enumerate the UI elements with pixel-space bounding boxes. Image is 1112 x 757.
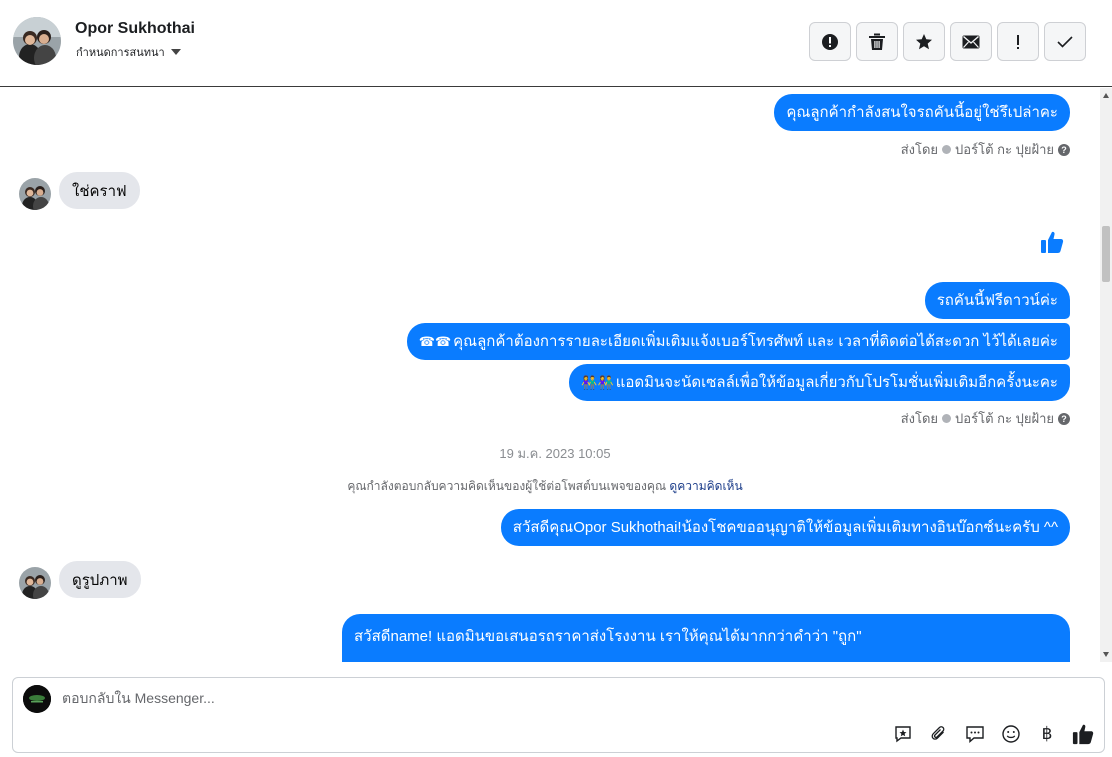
message-bubble-incoming[interactable]: ดูรูปภาพ: [59, 561, 141, 598]
message-text: แอดมินจะนัดเซลล์เพื่อให้ข้อมูลเกี่ยวกับโ…: [615, 374, 1058, 391]
message-bubble-outgoing[interactable]: คุณลูกค้ากำลังสนใจรถคันนี้อยู่ใช่รึเปล่า…: [774, 94, 1070, 131]
scroll-up-arrow-icon[interactable]: [1103, 93, 1109, 98]
baht-icon[interactable]: ฿: [1036, 723, 1058, 745]
help-question-icon[interactable]: ?: [1058, 412, 1070, 425]
spam-button[interactable]: [809, 22, 851, 61]
verified-check-icon: [942, 414, 952, 423]
chat-bubble-icon[interactable]: [964, 723, 986, 745]
sender-name[interactable]: ปอร์โต้ กะ ปุยฝ้าย: [955, 408, 1054, 429]
system-notice-text: คุณกำลังตอบกลับความคิดเห็นของผู้ใช้ต่อโพ…: [347, 479, 667, 493]
message-bubble-outgoing[interactable]: รถคันนี้ฟรีดาวน์ค่ะ: [924, 282, 1070, 319]
follow-up-button[interactable]: [997, 22, 1039, 61]
conversation-header: Opor Sukhothai กำหนดการสนทนา: [0, 0, 1112, 87]
mark-unread-button[interactable]: [950, 22, 992, 61]
contact-avatar[interactable]: [13, 17, 61, 65]
message-bubble-outgoing[interactable]: 👫👫 แอดมินจะนัดเซลล์เพื่อให้ข้อมูลเกี่ยวก…: [569, 364, 1070, 401]
page-avatar: [23, 685, 51, 713]
sender-name[interactable]: ปอร์โต้ กะ ปุยฝ้าย: [955, 139, 1054, 160]
sent-by-line: ส่งโดย ปอร์โต้ กะ ปุยฝ้าย ?: [901, 408, 1070, 429]
thumbs-up-icon[interactable]: [1072, 723, 1094, 745]
sent-by-label: ส่งโดย: [900, 411, 939, 426]
trash-icon: [869, 33, 885, 50]
message-bubble-outgoing[interactable]: สวัสดีคุณOpor Sukhothai!น้องโชคขออนุญาติ…: [500, 509, 1070, 546]
reply-input[interactable]: [62, 690, 862, 706]
envelope-icon: [962, 35, 980, 48]
message-bubble-outgoing[interactable]: สวัสดีname! แอดมินขอเสนอรถราคาส่งโรงงาน …: [342, 614, 1070, 662]
checkmark-icon: [1057, 35, 1073, 48]
scrollbar-thumb[interactable]: [1102, 226, 1110, 282]
caret-down-icon: [170, 49, 181, 55]
telephone-emoji: ☎☎: [418, 334, 452, 349]
conversation-label-dropdown[interactable]: กำหนดการสนทนา: [76, 43, 181, 61]
thumbs-up-icon: [1040, 230, 1064, 259]
exclamation-circle-icon: [822, 33, 838, 50]
composer-tools: ฿: [892, 723, 1094, 745]
message-bubble-outgoing[interactable]: ☎☎ คุณลูกค้าต้องการรายละเอียดเพิ่มเติมแจ…: [406, 323, 1070, 360]
message-bubble-incoming[interactable]: ใช่คราฟ: [59, 172, 140, 209]
view-comment-link[interactable]: ดูความคิดเห็น: [669, 479, 742, 493]
verified-check-icon: [942, 145, 952, 154]
star-button[interactable]: [903, 22, 945, 61]
message-timestamp: 19 ม.ค. 2023 10:05: [499, 446, 611, 461]
star-icon: [916, 33, 932, 49]
attachment-icon[interactable]: [928, 723, 950, 745]
delete-button[interactable]: [856, 22, 898, 61]
exclamation-icon: [1017, 34, 1019, 49]
message-text: คุณลูกค้าต้องการรายละเอียดเพิ่มเติมแจ้งเ…: [453, 333, 1058, 350]
conversation-label-text: กำหนดการสนทนา: [76, 47, 165, 59]
sent-by-label: ส่งโดย: [900, 142, 939, 157]
conversation-scrollbar[interactable]: [1100, 88, 1112, 662]
couple-emoji: 👫👫: [581, 375, 614, 390]
reply-composer: ฿: [12, 677, 1105, 753]
scroll-down-arrow-icon[interactable]: [1103, 652, 1109, 657]
customer-avatar[interactable]: [19, 178, 51, 210]
conversation-toolbar: [809, 22, 1086, 61]
help-question-icon[interactable]: ?: [1058, 143, 1070, 156]
conversation-thread[interactable]: คุณลูกค้ากำลังสนใจรถคันนี้อยู่ใช่รึเปล่า…: [0, 88, 1100, 662]
customer-avatar[interactable]: [19, 567, 51, 599]
sent-by-line: ส่งโดย ปอร์โต้ กะ ปุยฝ้าย ?: [901, 139, 1070, 160]
emoji-icon[interactable]: [1000, 723, 1022, 745]
contact-name[interactable]: Opor Sukhothai: [75, 20, 195, 38]
mark-done-button[interactable]: [1044, 22, 1086, 61]
system-notice: คุณกำลังตอบกลับความคิดเห็นของผู้ใช้ต่อโพ…: [0, 477, 1090, 496]
saved-reply-icon[interactable]: [892, 723, 914, 745]
